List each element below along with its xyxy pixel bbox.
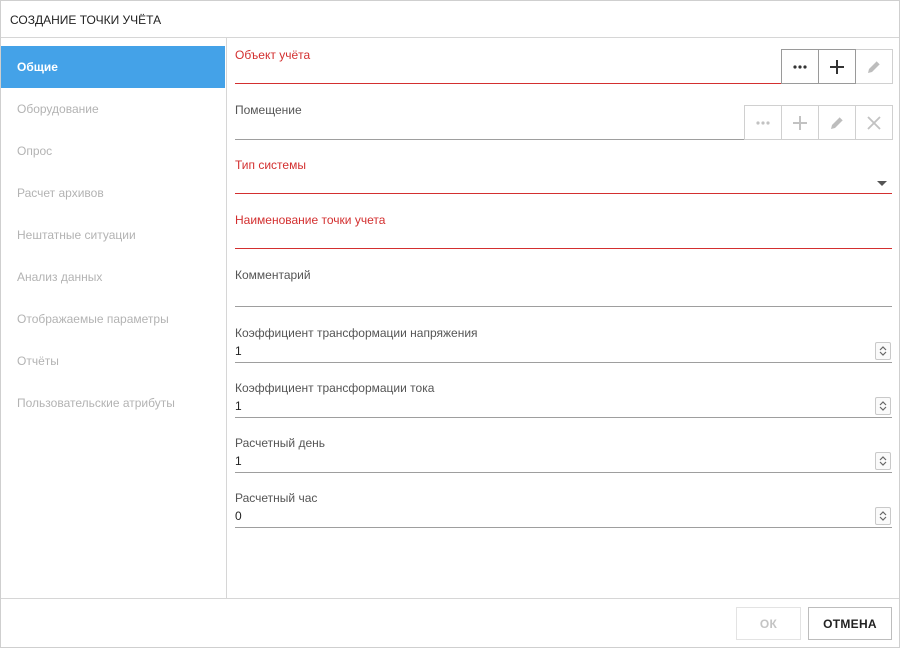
more-icon: [793, 64, 807, 69]
voltage-ratio-field[interactable]: Коэффициент трансформации напряжения 1: [235, 326, 893, 366]
accounting-object-label: Объект учёта: [235, 48, 311, 62]
browse-button[interactable]: [781, 49, 819, 84]
chevron-down-icon[interactable]: [877, 181, 887, 186]
premises-edit-button[interactable]: [818, 105, 856, 140]
point-name-label: Наименование точки учета: [235, 213, 386, 227]
billing-hour-value[interactable]: 0: [235, 509, 242, 523]
billing-hour-label: Расчетный час: [235, 491, 318, 505]
premises-underline: [235, 139, 744, 140]
voltage-ratio-stepper[interactable]: [875, 342, 891, 360]
plus-icon: [830, 59, 844, 74]
sidebar-item-archive-calculation[interactable]: Расчет архивов: [1, 172, 225, 214]
point-name-underline: [235, 248, 892, 249]
billing-day-label: Расчетный день: [235, 436, 326, 450]
cancel-button[interactable]: ОТМЕНА: [808, 607, 892, 640]
premises-add-button[interactable]: [781, 105, 819, 140]
sidebar-item-custom-attributes[interactable]: Пользовательские атрибуты: [1, 382, 225, 424]
current-ratio-stepper[interactable]: [875, 397, 891, 415]
plus-icon: [793, 115, 807, 130]
sidebar-item-equipment[interactable]: Оборудование: [1, 88, 225, 130]
billing-day-field[interactable]: Расчетный день 1: [235, 436, 893, 476]
current-ratio-value[interactable]: 1: [235, 399, 242, 413]
system-type-select[interactable]: Тип системы: [235, 158, 893, 198]
stepper-icon: [879, 511, 887, 521]
billing-day-value[interactable]: 1: [235, 454, 242, 468]
more-icon: [756, 120, 770, 125]
premises-browse-button[interactable]: [744, 105, 782, 140]
sidebar-item-polling[interactable]: Опрос: [1, 130, 225, 172]
sidebar-item-data-analysis[interactable]: Анализ данных: [1, 256, 225, 298]
sidebar-item-reports[interactable]: Отчёты: [1, 340, 225, 382]
point-name-field[interactable]: Наименование точки учета: [235, 213, 893, 253]
current-ratio-field[interactable]: Коэффициент трансформации тока 1: [235, 381, 893, 421]
system-type-underline: [235, 193, 892, 194]
close-icon: [867, 115, 881, 130]
billing-day-stepper[interactable]: [875, 452, 891, 470]
voltage-ratio-underline: [235, 362, 892, 363]
accounting-object-underline: [235, 83, 781, 84]
billing-hour-stepper[interactable]: [875, 507, 891, 525]
comment-label: Комментарий: [235, 268, 311, 282]
premises-clear-button[interactable]: [855, 105, 893, 140]
pencil-icon: [868, 60, 881, 73]
sidebar-item-emergencies[interactable]: Нештатные ситуации: [1, 214, 225, 256]
stepper-icon: [879, 456, 887, 466]
accounting-object-buttons: [781, 49, 893, 84]
sidebar-item-displayed-parameters[interactable]: Отображаемые параметры: [1, 298, 225, 340]
sidebar: Общие Оборудование Опрос Расчет архивов …: [1, 38, 227, 598]
billing-day-underline: [235, 472, 892, 473]
comment-underline: [235, 306, 892, 307]
current-ratio-label: Коэффициент трансформации тока: [235, 381, 435, 395]
stepper-icon: [879, 401, 887, 411]
billing-hour-field[interactable]: Расчетный час 0: [235, 491, 893, 531]
add-button[interactable]: [818, 49, 856, 84]
premises-buttons: [744, 105, 893, 140]
edit-button[interactable]: [855, 49, 893, 84]
ok-button[interactable]: ОК: [736, 607, 801, 640]
system-type-label: Тип системы: [235, 158, 306, 172]
voltage-ratio-label: Коэффициент трансформации напряжения: [235, 326, 478, 340]
dialog-title: СОЗДАНИЕ ТОЧКИ УЧЁТА: [10, 13, 162, 27]
dialog-titlebar: СОЗДАНИЕ ТОЧКИ УЧЁТА: [1, 1, 899, 38]
dialog-footer: ОК ОТМЕНА: [1, 598, 899, 647]
billing-hour-underline: [235, 527, 892, 528]
sidebar-item-general[interactable]: Общие: [1, 46, 225, 88]
current-ratio-underline: [235, 417, 892, 418]
form-area: Объект учёта Помещение Тип системы Наиме…: [235, 38, 893, 598]
stepper-icon: [879, 346, 887, 356]
comment-field[interactable]: Комментарий: [235, 268, 893, 310]
create-metering-point-dialog: СОЗДАНИЕ ТОЧКИ УЧЁТА Общие Оборудование …: [0, 0, 900, 648]
premises-label: Помещение: [235, 103, 302, 117]
pencil-icon: [831, 116, 844, 129]
voltage-ratio-value[interactable]: 1: [235, 344, 242, 358]
